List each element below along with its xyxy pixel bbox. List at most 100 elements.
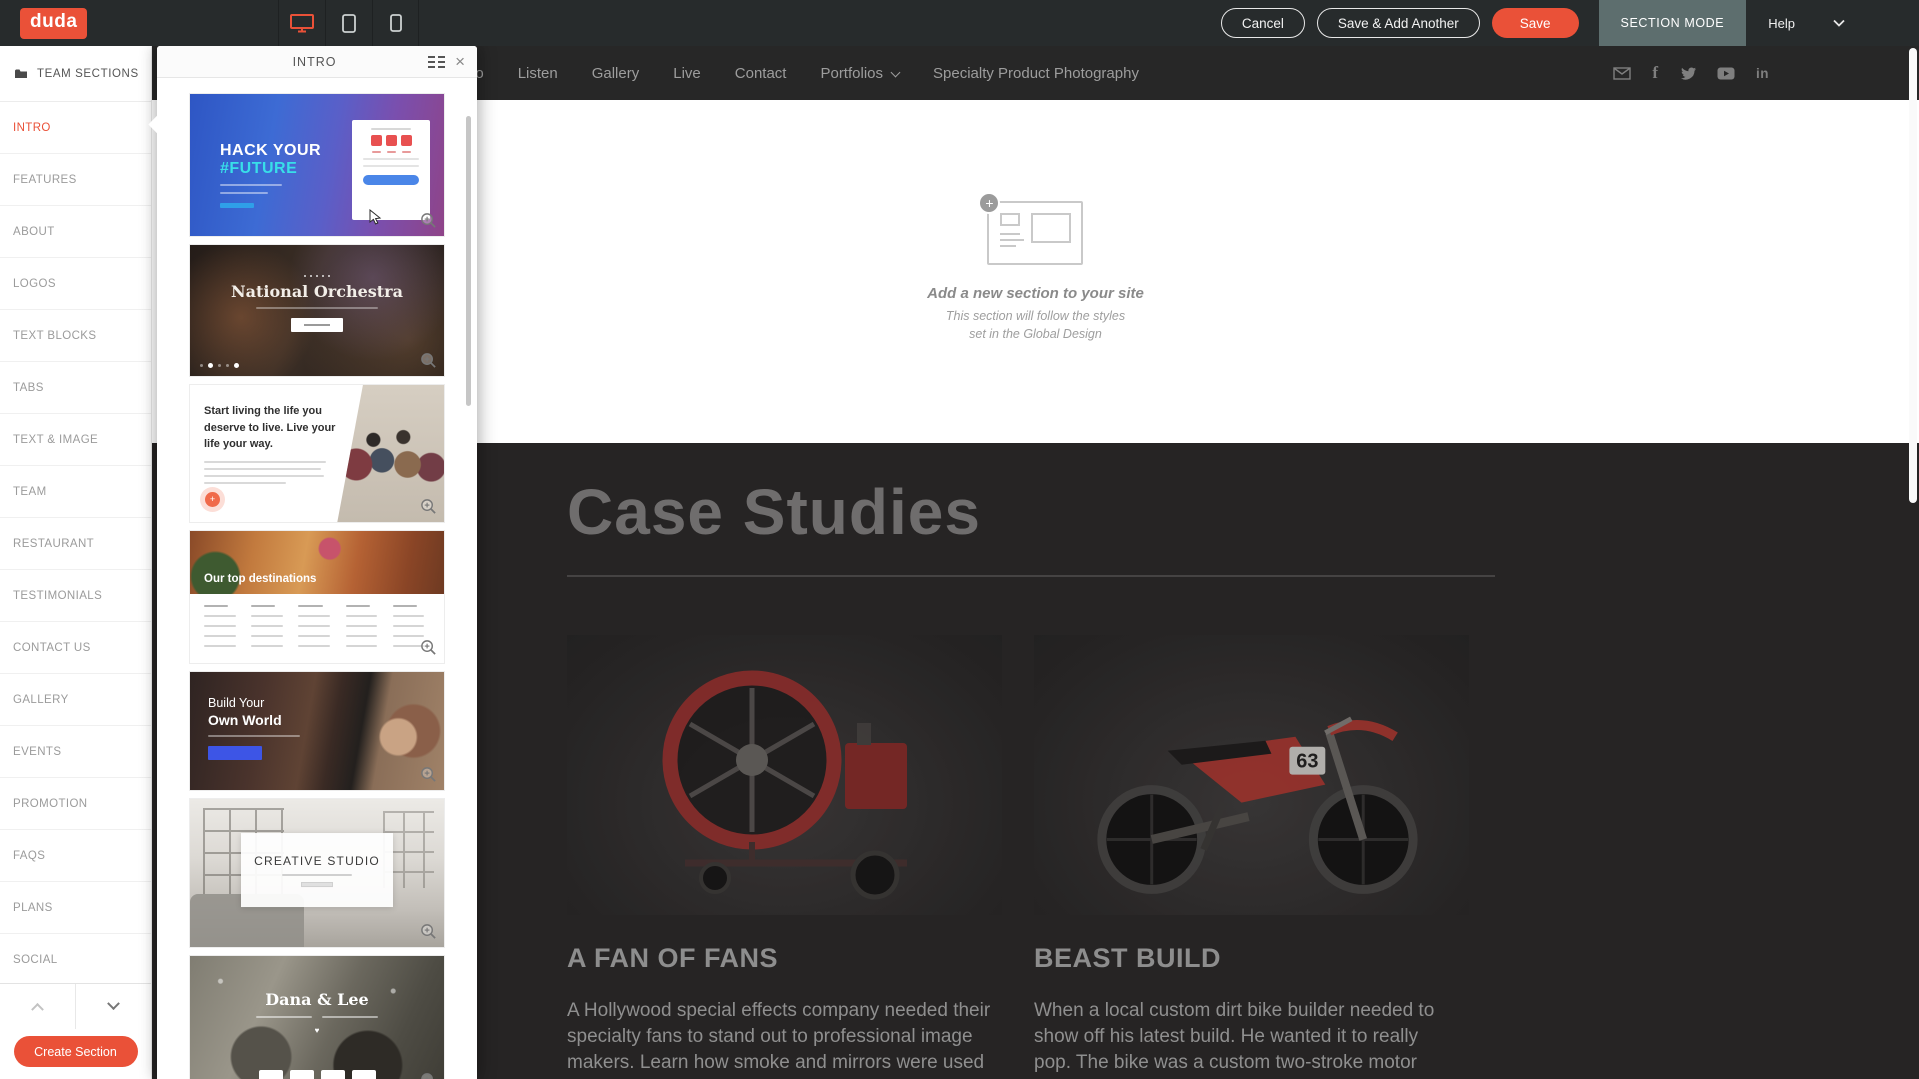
toolbar-actions: Cancel Save & Add Another Save SECTION M… xyxy=(1221,0,1845,46)
panel-header: INTRO × xyxy=(157,46,477,78)
site-nav-link[interactable]: Gallery xyxy=(592,65,640,82)
twitter-icon[interactable] xyxy=(1679,66,1696,80)
section-template-list: HACK YOUR #FUTURE Na xyxy=(157,78,477,1079)
scrollbar-thumb[interactable] xyxy=(1909,48,1917,503)
sidebar-item[interactable]: LOGOS xyxy=(0,258,151,310)
sidebar-item-label: TESTIMONIALS xyxy=(13,590,102,602)
panel-title: INTRO xyxy=(157,55,428,69)
save-button[interactable]: Save xyxy=(1492,8,1579,38)
section-template-build-your-own-world[interactable]: Build Your Own World xyxy=(190,672,444,790)
site-nav-link[interactable]: Specialty Product Photography xyxy=(933,65,1139,82)
mobile-preview-button[interactable] xyxy=(372,0,419,46)
chevron-down-icon xyxy=(107,997,120,1010)
plus-icon: + xyxy=(978,192,1000,214)
site-nav-link[interactable]: Listen xyxy=(518,65,558,82)
add-section-placeholder[interactable]: + Add a new section to your site This se… xyxy=(927,201,1144,342)
create-section-button[interactable]: Create Section xyxy=(14,1036,138,1067)
device-preview-switcher xyxy=(278,0,419,46)
template-hero-text: Dana & Lee ♥ xyxy=(190,956,444,1079)
sidebar-item-label: TEXT & IMAGE xyxy=(13,434,98,446)
mobile-icon xyxy=(390,14,402,32)
case-study-card-fan: A FAN OF FANS A Hollywood special effect… xyxy=(567,635,1002,1079)
zoom-icon[interactable] xyxy=(420,1072,437,1079)
section-template-dana-and-lee[interactable]: Dana & Lee ♥ xyxy=(190,956,444,1079)
sidebar-item-label: EVENTS xyxy=(13,746,61,758)
intro-sections-panel: INTRO × HACK YOUR #FUTURE xyxy=(157,46,477,1079)
sidebar-item[interactable]: FEATURES xyxy=(0,154,151,206)
arrow-button-icon: + xyxy=(205,492,220,507)
close-icon[interactable]: × xyxy=(455,53,465,70)
sidebar-item-label: TABS xyxy=(13,382,44,394)
folder-icon xyxy=(14,68,28,79)
sidebar-item[interactable]: ABOUT xyxy=(0,206,151,258)
sidebar-item[interactable]: GALLERY xyxy=(0,674,151,726)
template-hero-text: National Orchestra xyxy=(190,245,444,376)
sidebar-header: TEAM SECTIONS xyxy=(0,46,151,102)
zoom-icon[interactable] xyxy=(420,766,437,783)
template-hero-text: HACK YOUR #FUTURE xyxy=(220,142,321,208)
cancel-button[interactable]: Cancel xyxy=(1221,8,1305,38)
linkedin-icon[interactable]: in xyxy=(1756,66,1769,81)
countdown-form-card xyxy=(352,120,430,220)
sections-sidebar: TEAM SECTIONS INTRO FEATURES ABOUT LOGOS… xyxy=(0,46,152,1079)
sidebar-item[interactable]: TESTIMONIALS xyxy=(0,570,151,622)
divider xyxy=(567,575,1495,577)
sidebar-item-label: CONTACT US xyxy=(13,642,91,654)
chevron-down-icon[interactable] xyxy=(1833,19,1845,27)
site-nav-link[interactable]: Contact xyxy=(735,65,787,82)
case-study-heading: BEAST BUILD xyxy=(1034,943,1469,974)
save-add-another-button[interactable]: Save & Add Another xyxy=(1317,8,1480,38)
section-template-national-orchestra[interactable]: National Orchestra xyxy=(190,245,444,376)
sidebar-item-label: RESTAURANT xyxy=(13,538,94,550)
site-nav-link[interactable]: Portfolios xyxy=(820,65,899,82)
sidebar-item-label: FAQS xyxy=(13,850,45,862)
fan-machine-art xyxy=(567,635,1002,915)
zoom-icon[interactable] xyxy=(420,639,437,656)
zoom-icon[interactable] xyxy=(420,498,437,515)
sidebar-item-label: ABOUT xyxy=(13,226,55,238)
sidebar-item-label: PLANS xyxy=(13,902,53,914)
sidebar-header-label: TEAM SECTIONS xyxy=(37,68,139,80)
case-study-image-bike: 63 xyxy=(1034,635,1469,915)
section-template-hack-your-future[interactable]: HACK YOUR #FUTURE xyxy=(190,94,444,236)
sidebar-item[interactable]: TABS xyxy=(0,362,151,414)
template-title-card: CREATIVE STUDIO xyxy=(241,833,393,907)
sidebar-item[interactable]: FAQS xyxy=(0,830,151,882)
facebook-icon[interactable]: f xyxy=(1652,63,1658,83)
duda-logo[interactable]: duda xyxy=(20,8,87,39)
sidebar-item[interactable]: TEXT & IMAGE xyxy=(0,414,151,466)
section-template-start-living[interactable]: Start living the life you deserve to liv… xyxy=(190,385,444,522)
section-mode-badge: SECTION MODE xyxy=(1599,0,1747,46)
help-menu[interactable]: Help xyxy=(1768,16,1795,31)
scroll-up-button[interactable] xyxy=(0,984,75,1029)
sidebar-item[interactable]: PROMOTION xyxy=(0,778,151,830)
zoom-icon[interactable] xyxy=(420,352,437,369)
section-template-creative-studio[interactable]: CREATIVE STUDIO xyxy=(190,799,444,947)
desktop-preview-button[interactable] xyxy=(278,0,325,46)
tablet-preview-button[interactable] xyxy=(325,0,372,46)
sidebar-item[interactable]: TEAM xyxy=(0,466,151,518)
list-view-icon[interactable] xyxy=(428,56,445,68)
sidebar-item[interactable]: RESTAURANT xyxy=(0,518,151,570)
zoom-icon[interactable] xyxy=(420,923,437,940)
youtube-icon[interactable] xyxy=(1717,67,1735,80)
sidebar-item[interactable]: EVENTS xyxy=(0,726,151,778)
sidebar-item[interactable]: SOCIAL xyxy=(0,934,151,983)
placeholder-text-lines xyxy=(204,461,326,484)
zoom-icon[interactable] xyxy=(420,212,437,229)
sidebar-item-label: TEXT BLOCKS xyxy=(13,330,96,342)
email-icon[interactable] xyxy=(1613,67,1631,80)
sidebar-footer: Create Section xyxy=(0,983,151,1079)
sidebar-items: INTRO FEATURES ABOUT LOGOS TEXT BLOCKS T… xyxy=(0,102,151,983)
scroll-down-button[interactable] xyxy=(75,984,151,1029)
case-study-heading: A FAN OF FANS xyxy=(567,943,1002,974)
sidebar-item[interactable]: INTRO xyxy=(0,102,151,154)
sidebar-item[interactable]: PLANS xyxy=(0,882,151,934)
site-nav-link[interactable]: Live xyxy=(673,65,701,82)
panel-scrollbar[interactable] xyxy=(466,116,471,406)
sidebar-item[interactable]: CONTACT US xyxy=(0,622,151,674)
add-section-icon: + xyxy=(987,201,1083,265)
section-template-top-destinations[interactable]: Our top destinations xyxy=(190,531,444,663)
sidebar-item[interactable]: TEXT BLOCKS xyxy=(0,310,151,362)
page-scrollbar[interactable] xyxy=(1909,48,1917,1076)
